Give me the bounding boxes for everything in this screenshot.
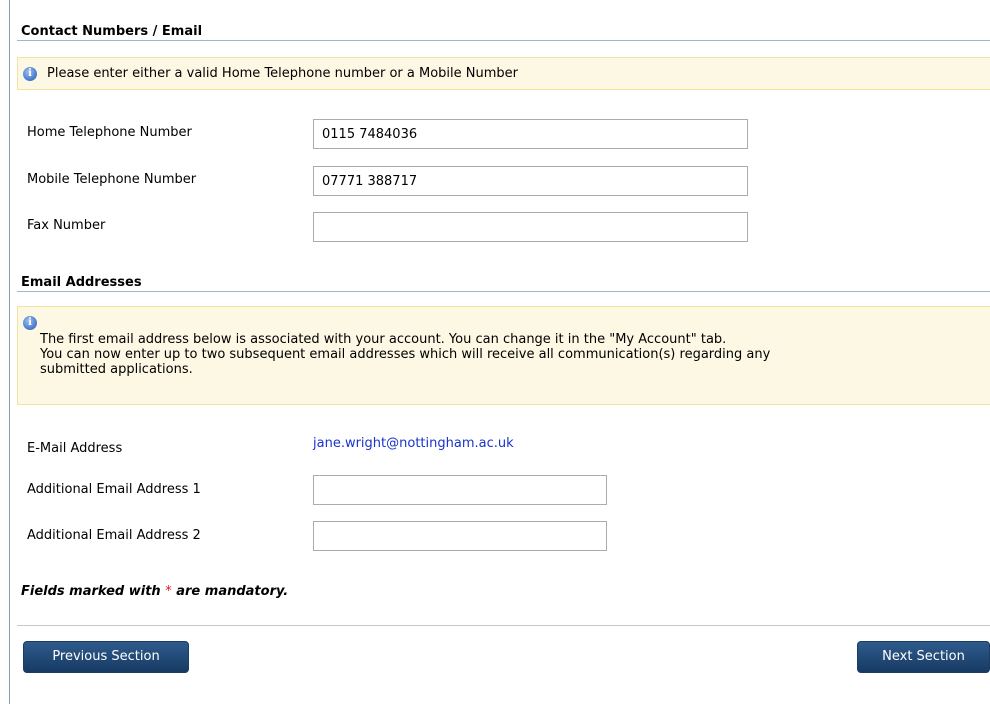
email-section-divider — [17, 291, 990, 292]
frame-left-border — [9, 0, 10, 704]
additional-email-2-label: Additional Email Address 2 — [27, 528, 201, 543]
contact-info-box: i Please enter either a valid Home Telep… — [17, 57, 990, 90]
mandatory-note-prefix: Fields marked with — [21, 584, 161, 599]
email-info-box: i The first email address below is assoc… — [17, 306, 990, 405]
info-icon: i — [23, 316, 37, 330]
required-star: * — [165, 584, 172, 599]
additional-email-2-input[interactable] — [313, 521, 607, 551]
primary-email-link[interactable]: jane.wright@nottingham.ac.uk — [313, 436, 514, 451]
footer-divider — [17, 625, 990, 626]
home-phone-input[interactable] — [313, 119, 748, 149]
contact-info-text: Please enter either a valid Home Telepho… — [47, 66, 518, 81]
email-info-line-2: You can now enter up to two subsequent e… — [40, 347, 771, 362]
additional-email-1-label: Additional Email Address 1 — [27, 482, 201, 497]
mandatory-note-suffix: are mandatory. — [176, 584, 289, 599]
previous-section-button[interactable]: Previous Section — [23, 641, 189, 673]
email-section-title: Email Addresses — [21, 275, 142, 290]
primary-email-label: E-Mail Address — [27, 441, 123, 456]
mobile-phone-input[interactable] — [313, 166, 748, 196]
email-info-line-1: The first email address below is associa… — [40, 332, 727, 347]
fax-label: Fax Number — [27, 218, 106, 233]
mandatory-note: Fields marked with * are mandatory. — [21, 584, 288, 599]
home-phone-label: Home Telephone Number — [27, 125, 192, 140]
info-icon: i — [23, 67, 37, 81]
contact-section-title: Contact Numbers / Email — [21, 24, 203, 39]
additional-email-1-input[interactable] — [313, 475, 607, 505]
contact-section-divider — [17, 40, 990, 41]
mobile-phone-label: Mobile Telephone Number — [27, 172, 197, 187]
fax-input[interactable] — [313, 212, 748, 242]
next-section-button[interactable]: Next Section — [857, 641, 990, 673]
email-info-line-3: submitted applications. — [40, 362, 193, 377]
